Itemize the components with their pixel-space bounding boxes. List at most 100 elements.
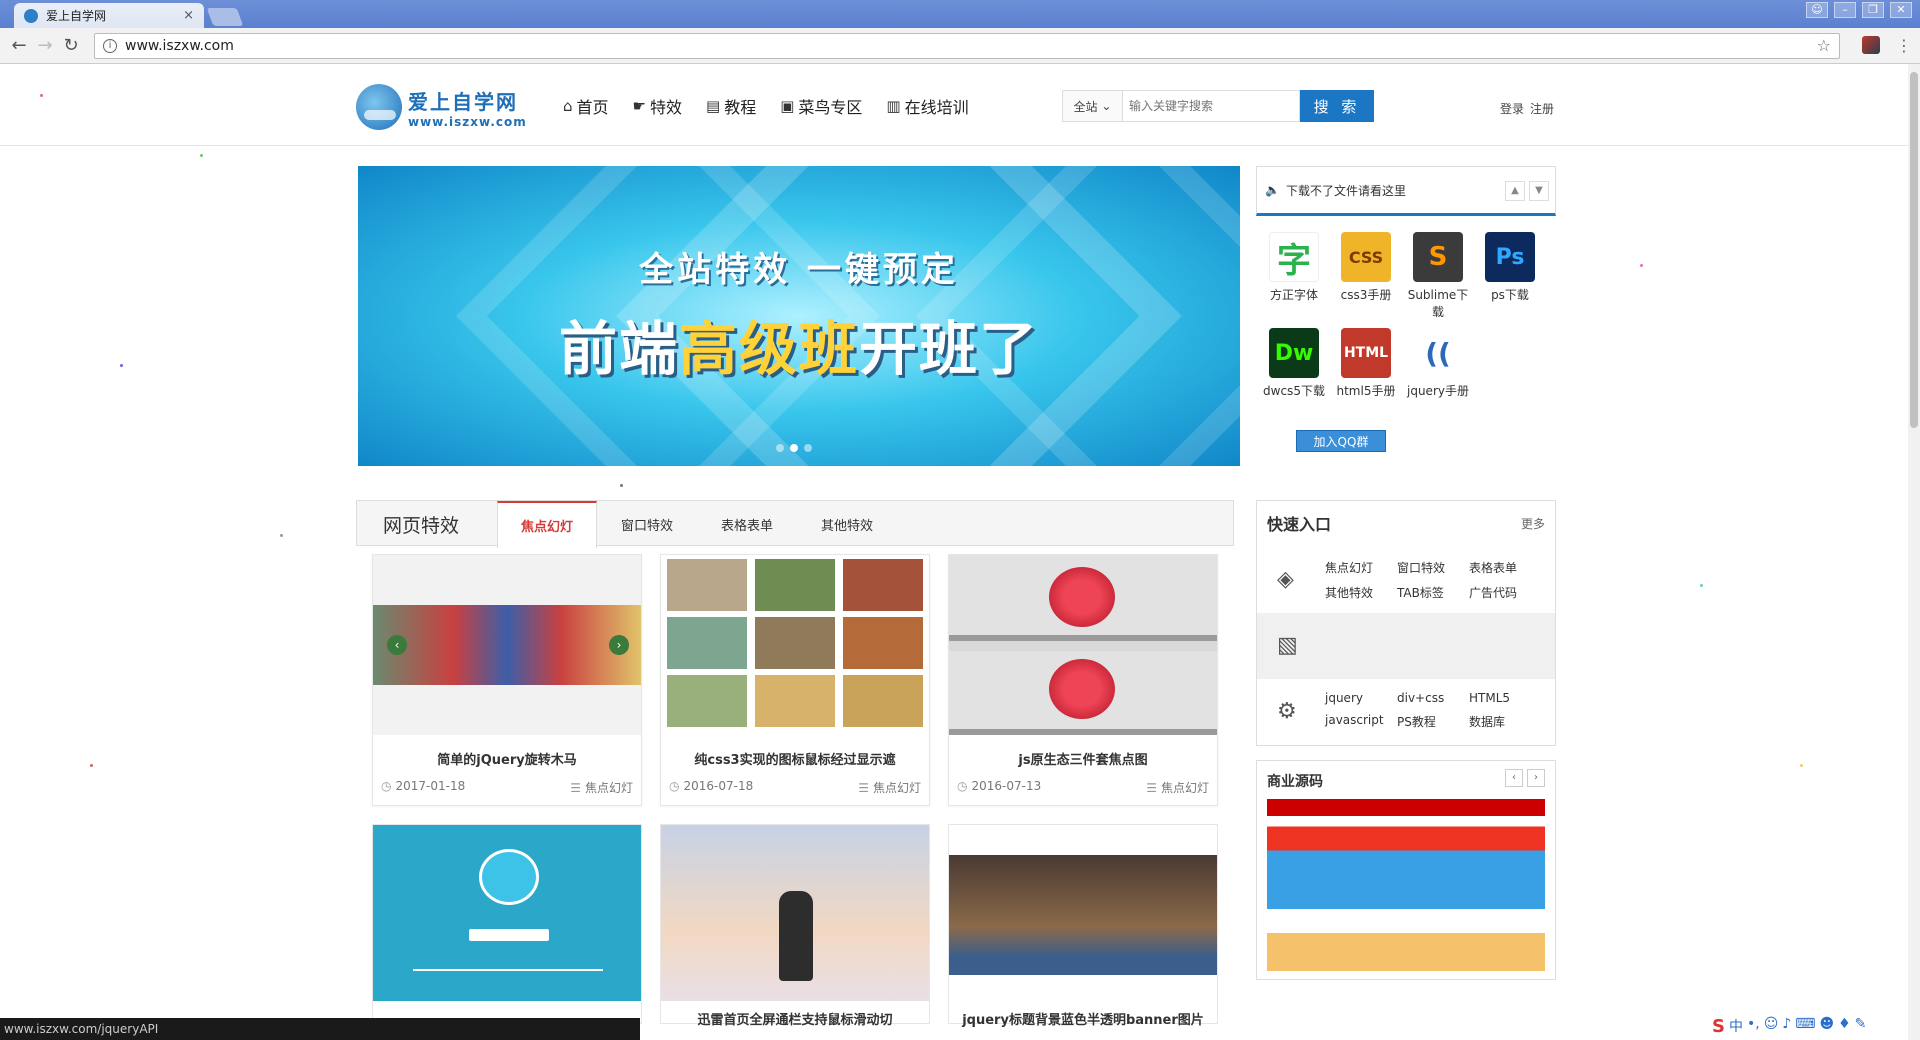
- scrollbar-thumb[interactable]: [1910, 72, 1918, 428]
- ime-chinese-icon[interactable]: 中: [1729, 1016, 1743, 1037]
- card-title[interactable]: 纯css3实现的图标鼠标经过显示遮: [661, 749, 929, 768]
- punctuation-icon[interactable]: •,: [1747, 1016, 1760, 1037]
- layers-icon: ◈: [1277, 567, 1294, 592]
- banner-dot[interactable]: [804, 444, 812, 452]
- tool-css3-manual[interactable]: CSS css3手册: [1330, 232, 1402, 303]
- status-bar: www.iszxw.com/jqueryAPI: [0, 1018, 640, 1040]
- tool-fangzheng-font[interactable]: 字 方正字体: [1258, 232, 1330, 303]
- emoji-icon[interactable]: ☺: [1764, 1016, 1779, 1037]
- card-date: ◷ 2016-07-13: [957, 779, 1041, 796]
- info-icon[interactable]: i: [103, 39, 117, 53]
- business-source-thumbnail[interactable]: [1267, 799, 1545, 971]
- browser-tab[interactable]: 爱上自学网 ×: [14, 3, 204, 28]
- keyboard-icon[interactable]: ⌨: [1795, 1016, 1815, 1037]
- tool-sublime[interactable]: S Sublime下载: [1402, 232, 1474, 320]
- forward-icon[interactable]: →: [32, 35, 58, 56]
- card-title[interactable]: jquery标题背景蓝色半透明banner图片: [949, 1009, 1217, 1028]
- back-icon[interactable]: ←: [6, 35, 32, 56]
- skin-icon[interactable]: ♦: [1838, 1016, 1851, 1037]
- card-title[interactable]: js原生态三件套焦点图: [949, 749, 1217, 768]
- nav-effects[interactable]: ☛ 特效: [633, 94, 682, 118]
- card-title[interactable]: 简单的jQuery旋转木马: [373, 749, 641, 768]
- chevron-left-icon[interactable]: ‹: [1505, 769, 1523, 787]
- confetti-dot: [1640, 264, 1643, 267]
- notice-text[interactable]: 下载不了文件请看这里: [1286, 182, 1406, 199]
- menu-icon[interactable]: ⋮: [1896, 36, 1912, 55]
- nav-beginners[interactable]: ▣ 菜鸟专区: [780, 94, 862, 118]
- address-bar[interactable]: i www.iszxw.com ☆: [94, 33, 1840, 59]
- nav-label: 在线培训: [904, 98, 969, 117]
- search-scope-select[interactable]: 全站 ⌄: [1062, 90, 1122, 122]
- logo-icon: [356, 84, 402, 130]
- sogou-icon[interactable]: S: [1712, 1016, 1725, 1037]
- quick-link[interactable]: TAB标签: [1397, 584, 1469, 601]
- quick-link[interactable]: PS教程: [1397, 713, 1469, 730]
- tab-table-forms[interactable]: 表格表单: [697, 501, 797, 547]
- effect-card[interactable]: 迅雷首页全屏通栏支持鼠标滑动切: [660, 824, 930, 1028]
- card-category[interactable]: ☰ 焦点幻灯: [570, 779, 633, 796]
- restore-icon[interactable]: ❐: [1862, 2, 1884, 18]
- tool-label: Sublime下载: [1407, 288, 1469, 319]
- page-scrollbar[interactable]: [1908, 64, 1920, 1040]
- bookmark-star-icon[interactable]: ☆: [1817, 36, 1831, 55]
- confetti-dot: [1800, 764, 1803, 767]
- new-tab-button[interactable]: [206, 8, 244, 26]
- chevron-down-icon[interactable]: ▼: [1529, 181, 1549, 201]
- card-category[interactable]: ☰ 焦点幻灯: [1146, 779, 1209, 796]
- more-link[interactable]: 更多: [1521, 515, 1545, 532]
- hero-banner[interactable]: 全站特效 一键预定 前端高级班开班了: [358, 166, 1240, 466]
- quick-link[interactable]: div+css: [1397, 691, 1469, 705]
- tool-photoshop[interactable]: Ps ps下载: [1474, 232, 1546, 303]
- extension-icon[interactable]: [1862, 36, 1880, 54]
- user-icon[interactable]: ☻: [1819, 1016, 1834, 1037]
- nav-tutorials[interactable]: ▤ 教程: [706, 94, 756, 118]
- nav-training[interactable]: ▥ 在线培训: [886, 94, 968, 118]
- chevron-up-icon[interactable]: ▲: [1505, 181, 1525, 201]
- search-input[interactable]: [1122, 90, 1300, 122]
- banner-dot-active[interactable]: [790, 444, 798, 452]
- quick-link[interactable]: HTML5: [1469, 691, 1541, 705]
- quick-link[interactable]: 数据库: [1469, 713, 1541, 730]
- tool-html5-manual[interactable]: HTML html5手册: [1330, 328, 1402, 399]
- effect-card[interactable]: js原生态三件套焦点图 ◷ 2016-07-13 ☰ 焦点幻灯: [948, 554, 1218, 806]
- effect-card[interactable]: 纯css3实现的图标鼠标经过显示遮 ◷ 2016-07-18 ☰ 焦点幻灯: [660, 554, 930, 806]
- minimize-icon[interactable]: –: [1834, 2, 1856, 18]
- chevron-down-icon: ⌄: [1101, 99, 1112, 113]
- quick-link[interactable]: javascript: [1325, 713, 1397, 730]
- card-title[interactable]: 迅雷首页全屏通栏支持鼠标滑动切: [661, 1009, 929, 1028]
- login-link[interactable]: 登录: [1500, 100, 1524, 117]
- quick-link[interactable]: 表格表单: [1469, 559, 1541, 576]
- effect-card[interactable]: [372, 824, 642, 1024]
- banner-dot[interactable]: [776, 444, 784, 452]
- settings-icon[interactable]: ✎: [1855, 1016, 1867, 1037]
- chevron-right-icon[interactable]: ›: [609, 635, 629, 655]
- category-text: 焦点幻灯: [1160, 781, 1209, 795]
- tool-jquery-manual[interactable]: (( jquery手册: [1402, 328, 1474, 399]
- tab-other-effects[interactable]: 其他特效: [797, 501, 897, 547]
- tool-label: html5手册: [1336, 384, 1396, 398]
- nav-home[interactable]: ⌂ 首页: [563, 94, 609, 118]
- card-category[interactable]: ☰ 焦点幻灯: [858, 779, 921, 796]
- user-icon[interactable]: ☺: [1806, 2, 1828, 18]
- quick-link[interactable]: 焦点幻灯: [1325, 559, 1397, 576]
- reload-icon[interactable]: ↻: [58, 35, 84, 56]
- effect-card[interactable]: jquery标题背景蓝色半透明banner图片: [948, 824, 1218, 1028]
- chevron-left-icon[interactable]: ‹: [387, 635, 407, 655]
- close-window-icon[interactable]: ✕: [1890, 2, 1912, 18]
- effect-card[interactable]: ‹ › 简单的jQuery旋转木马 ◷ 2017-01-18 ☰ 焦点幻灯: [372, 554, 642, 806]
- tool-dreamweaver[interactable]: Dw dwcs5下载: [1258, 328, 1330, 399]
- chevron-right-icon[interactable]: ›: [1527, 769, 1545, 787]
- quick-link[interactable]: 其他特效: [1325, 584, 1397, 601]
- site-logo[interactable]: 爱上自学网 www.iszxw.com: [356, 84, 546, 130]
- tab-title: 爱上自学网: [46, 9, 107, 23]
- register-link[interactable]: 注册: [1530, 100, 1554, 117]
- quick-link[interactable]: jquery: [1325, 691, 1397, 705]
- microphone-icon[interactable]: ♪: [1782, 1016, 1791, 1037]
- close-tab-icon[interactable]: ×: [183, 8, 194, 23]
- search-button[interactable]: 搜 索: [1300, 90, 1374, 122]
- tab-window-effects[interactable]: 窗口特效: [597, 501, 697, 547]
- join-qq-button[interactable]: 加入QQ群: [1296, 430, 1386, 452]
- quick-link[interactable]: 广告代码: [1469, 584, 1541, 601]
- tab-focus-slider[interactable]: 焦点幻灯: [497, 501, 597, 548]
- quick-link[interactable]: 窗口特效: [1397, 559, 1469, 576]
